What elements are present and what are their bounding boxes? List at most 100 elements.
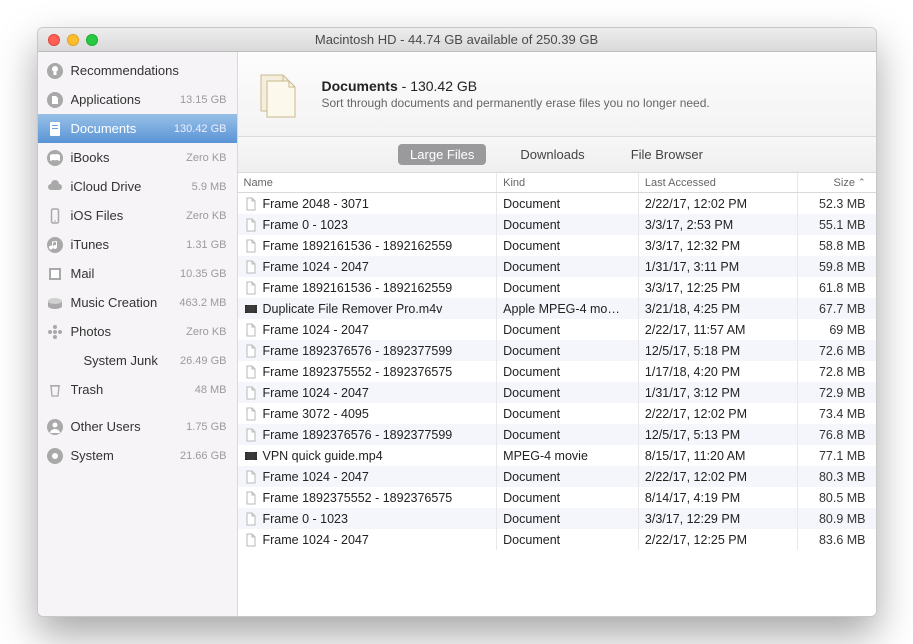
sidebar: Recommendations Applications 13.15 GB Do…	[38, 52, 238, 616]
table-row[interactable]: Frame 1892161536 - 1892162559 Document 3…	[238, 235, 876, 256]
table-row[interactable]: Frame 1892375552 - 1892376575 Document 8…	[238, 487, 876, 508]
sidebar-item-size: 26.49 GB	[180, 355, 226, 367]
file-size: 80.9 MB	[798, 508, 876, 529]
sidebar-item-photos[interactable]: Photos Zero KB	[38, 317, 237, 346]
tab-file-browser[interactable]: File Browser	[619, 144, 715, 165]
sidebar-item-size: Zero KB	[186, 152, 226, 164]
drum-icon	[46, 294, 64, 312]
minimize-button[interactable]	[67, 34, 79, 46]
sidebar-item-label: Documents	[71, 121, 167, 136]
file-size: 77.1 MB	[798, 445, 876, 466]
file-icon	[244, 491, 258, 505]
file-size: 72.6 MB	[798, 340, 876, 361]
file-kind: Document	[497, 361, 639, 382]
phone-icon	[46, 207, 64, 225]
gear-icon	[46, 447, 64, 465]
tabs: Large Files Downloads File Browser	[238, 137, 876, 173]
file-last-accessed: 2/22/17, 12:02 PM	[639, 466, 798, 487]
table-row[interactable]: Frame 1024 - 2047 Document 2/22/17, 12:0…	[238, 466, 876, 487]
file-kind: Document	[497, 529, 639, 550]
sidebar-item-size: 48 MB	[195, 384, 227, 396]
file-size: 59.8 MB	[798, 256, 876, 277]
file-last-accessed: 3/21/18, 4:25 PM	[639, 298, 798, 319]
table-row[interactable]: Frame 1892375552 - 1892376575 Document 1…	[238, 361, 876, 382]
file-icon	[244, 239, 258, 253]
table-row[interactable]: Frame 1892376576 - 1892377599 Document 1…	[238, 424, 876, 445]
file-name: Frame 1892376576 - 1892377599	[263, 344, 453, 358]
sidebar-item-label: System	[71, 448, 174, 463]
file-last-accessed: 2/22/17, 12:25 PM	[639, 529, 798, 550]
file-last-accessed: 1/31/17, 3:11 PM	[639, 256, 798, 277]
music-icon	[46, 236, 64, 254]
sidebar-item-size: 463.2 MB	[179, 297, 226, 309]
table-row[interactable]: Duplicate File Remover Pro.m4v Apple MPE…	[238, 298, 876, 319]
file-icon	[244, 281, 258, 295]
file-kind: Document	[497, 424, 639, 445]
file-icon	[244, 407, 258, 421]
table-row[interactable]: Frame 1024 - 2047 Document 1/31/17, 3:12…	[238, 382, 876, 403]
table-row[interactable]: Frame 1024 - 2047 Document 2/22/17, 11:5…	[238, 319, 876, 340]
table-row[interactable]: Frame 0 - 1023 Document 3/3/17, 2:53 PM …	[238, 214, 876, 235]
file-icon	[244, 344, 258, 358]
close-button[interactable]	[48, 34, 60, 46]
file-list[interactable]: Frame 2048 - 3071 Document 2/22/17, 12:0…	[238, 193, 876, 616]
maximize-button[interactable]	[86, 34, 98, 46]
file-icon	[244, 470, 258, 484]
sidebar-item-ibooks[interactable]: iBooks Zero KB	[38, 143, 237, 172]
file-last-accessed: 1/17/18, 4:20 PM	[639, 361, 798, 382]
table-row[interactable]: Frame 3072 - 4095 Document 2/22/17, 12:0…	[238, 403, 876, 424]
column-name[interactable]: Name	[238, 173, 498, 192]
file-last-accessed: 8/14/17, 4:19 PM	[639, 487, 798, 508]
users-icon	[46, 418, 64, 436]
table-row[interactable]: Frame 1892161536 - 1892162559 Document 3…	[238, 277, 876, 298]
file-last-accessed: 8/15/17, 11:20 AM	[639, 445, 798, 466]
file-last-accessed: 12/5/17, 5:18 PM	[639, 340, 798, 361]
flower-icon	[46, 323, 64, 341]
sidebar-item-label: iBooks	[71, 150, 180, 165]
sidebar-item-music-creation[interactable]: Music Creation 463.2 MB	[38, 288, 237, 317]
file-icon	[244, 428, 258, 442]
column-last-accessed[interactable]: Last Accessed	[639, 173, 798, 192]
table-row[interactable]: Frame 1892376576 - 1892377599 Document 1…	[238, 340, 876, 361]
file-kind: Document	[497, 214, 639, 235]
table-row[interactable]: Frame 0 - 1023 Document 3/3/17, 12:29 PM…	[238, 508, 876, 529]
file-size: 80.3 MB	[798, 466, 876, 487]
sidebar-item-recommendations[interactable]: Recommendations	[38, 56, 237, 85]
file-kind: Document	[497, 382, 639, 403]
sidebar-item-system-junk[interactable]: System Junk 26.49 GB	[38, 346, 237, 375]
file-size: 69 MB	[798, 319, 876, 340]
file-name: Frame 1024 - 2047	[263, 470, 369, 484]
sidebar-item-trash[interactable]: Trash 48 MB	[38, 375, 237, 404]
sidebar-item-label: Recommendations	[71, 63, 220, 78]
sidebar-item-label: iTunes	[71, 237, 180, 252]
column-size[interactable]: Size⌃	[798, 173, 876, 192]
file-kind: Document	[497, 466, 639, 487]
sidebar-item-itunes[interactable]: iTunes 1.31 GB	[38, 230, 237, 259]
sidebar-item-other-users[interactable]: Other Users 1.75 GB	[38, 412, 237, 441]
file-icon	[244, 512, 258, 526]
titlebar[interactable]: Macintosh HD - 44.74 GB available of 250…	[38, 28, 876, 52]
file-icon	[244, 533, 258, 547]
sidebar-item-mail[interactable]: Mail 10.35 GB	[38, 259, 237, 288]
sidebar-item-icloud-drive[interactable]: iCloud Drive 5.9 MB	[38, 172, 237, 201]
file-kind: Document	[497, 193, 639, 214]
file-name: Frame 1892161536 - 1892162559	[263, 239, 453, 253]
sidebar-item-ios-files[interactable]: iOS Files Zero KB	[38, 201, 237, 230]
file-name: Frame 0 - 1023	[263, 512, 348, 526]
table-row[interactable]: Frame 1024 - 2047 Document 1/31/17, 3:11…	[238, 256, 876, 277]
sidebar-item-size: 13.15 GB	[180, 94, 226, 106]
table-row[interactable]: VPN quick guide.mp4 MPEG-4 movie 8/15/17…	[238, 445, 876, 466]
table-row[interactable]: Frame 1024 - 2047 Document 2/22/17, 12:2…	[238, 529, 876, 550]
column-kind[interactable]: Kind	[497, 173, 639, 192]
sidebar-item-documents[interactable]: Documents 130.42 GB	[38, 114, 237, 143]
table-row[interactable]: Frame 2048 - 3071 Document 2/22/17, 12:0…	[238, 193, 876, 214]
tab-large-files[interactable]: Large Files	[398, 144, 486, 165]
sidebar-item-system[interactable]: System 21.66 GB	[38, 441, 237, 470]
sidebar-item-size: Zero KB	[186, 210, 226, 222]
stamp-icon	[46, 265, 64, 283]
sidebar-item-applications[interactable]: Applications 13.15 GB	[38, 85, 237, 114]
file-last-accessed: 3/3/17, 12:25 PM	[639, 277, 798, 298]
file-size: 83.6 MB	[798, 529, 876, 550]
tab-downloads[interactable]: Downloads	[508, 144, 596, 165]
file-last-accessed: 2/22/17, 11:57 AM	[639, 319, 798, 340]
